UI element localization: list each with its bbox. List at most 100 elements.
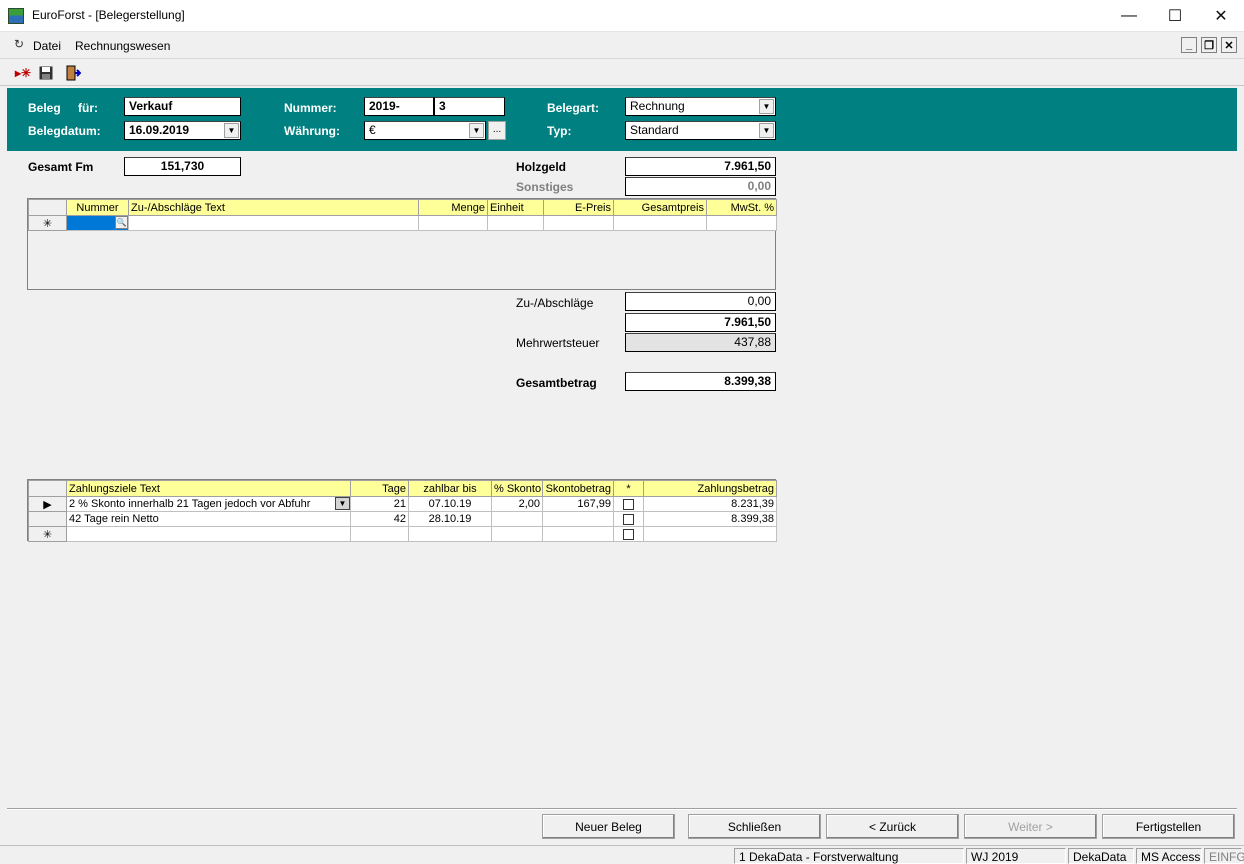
new-record-icon[interactable]: ▸✳: [14, 64, 32, 82]
col-epreis[interactable]: E-Preis: [543, 199, 614, 216]
mdi-minimize-button[interactable]: _: [1181, 37, 1197, 53]
skonto-cell[interactable]: [491, 526, 543, 542]
col-zahlbar-bis[interactable]: zahlbar bis: [408, 480, 492, 497]
select-cell[interactable]: [613, 526, 644, 542]
zahlungsbetrag-cell[interactable]: 8.231,39: [643, 496, 777, 512]
minimize-button[interactable]: —: [1106, 0, 1152, 31]
col-einheit[interactable]: Einheit: [487, 199, 544, 216]
select-cell[interactable]: [613, 511, 644, 527]
neuer-beleg-button[interactable]: Neuer Beleg: [542, 814, 675, 839]
skontobetrag-cell[interactable]: 167,99: [542, 496, 614, 512]
tage-cell[interactable]: 21: [350, 496, 409, 512]
zahlbar-bis-cell[interactable]: 28.10.19: [408, 511, 492, 527]
beleg-label: Beleg: [28, 101, 61, 115]
save-icon[interactable]: [37, 64, 55, 82]
zahlungsbetrag-cell[interactable]: [643, 526, 777, 542]
col-tage[interactable]: Tage: [350, 480, 409, 497]
new-row-marker[interactable]: ✳: [28, 526, 67, 542]
table-row[interactable]: ✳: [28, 526, 777, 542]
mwst-cell[interactable]: [706, 215, 777, 231]
zahlungsbetrag-cell[interactable]: 8.399,38: [643, 511, 777, 527]
app-icon: [8, 8, 24, 24]
col-skonto[interactable]: % Skonto: [491, 480, 543, 497]
menu-datei[interactable]: Datei: [33, 39, 61, 53]
fuer-label: für:: [78, 101, 98, 115]
text-cell[interactable]: [128, 215, 419, 231]
col-gesamtpreis[interactable]: Gesamtpreis: [613, 199, 707, 216]
nummer-prefix-field[interactable]: 2019-: [364, 97, 434, 116]
maximize-button[interactable]: ☐: [1152, 0, 1198, 31]
col-zahlungsziele-text[interactable]: Zahlungsziele Text: [66, 480, 351, 497]
schliessen-button[interactable]: Schließen: [688, 814, 821, 839]
chevron-down-icon[interactable]: ▼: [469, 123, 484, 138]
close-button[interactable]: ✕: [1198, 0, 1244, 31]
checkbox[interactable]: [623, 513, 634, 525]
sonstiges-label: Sonstiges: [516, 180, 574, 194]
chevron-down-icon[interactable]: ▼: [335, 497, 350, 510]
menu-rechnungswesen[interactable]: Rechnungswesen: [75, 39, 170, 53]
checkbox[interactable]: [623, 528, 634, 540]
weiter-button[interactable]: Weiter >: [964, 814, 1097, 839]
skonto-cell[interactable]: [491, 511, 543, 527]
grid-corner: [28, 480, 67, 497]
window-title: EuroForst - [Belegerstellung]: [32, 8, 185, 22]
gesamt-fm-value: 151,730: [124, 157, 241, 176]
zahlbar-bis-cell[interactable]: [408, 526, 492, 542]
fuer-field[interactable]: Verkauf: [124, 97, 241, 116]
fertigstellen-button[interactable]: Fertigstellen: [1102, 814, 1235, 839]
col-zuabschlaege-text[interactable]: Zu-/Abschläge Text: [128, 199, 419, 216]
typ-select[interactable]: Standard ▼: [625, 121, 776, 140]
tage-cell[interactable]: [350, 526, 409, 542]
zurueck-button[interactable]: < Zurück: [826, 814, 959, 839]
new-row-marker[interactable]: ✳: [28, 215, 67, 231]
col-zahlungsbetrag[interactable]: Zahlungsbetrag: [643, 480, 777, 497]
waehrung-select[interactable]: € ▼: [364, 121, 486, 140]
skonto-cell[interactable]: 2,00: [491, 496, 543, 512]
chevron-down-icon[interactable]: ▼: [224, 123, 239, 138]
zahlbar-bis-cell[interactable]: 07.10.19: [408, 496, 492, 512]
gesamtpreis-cell[interactable]: [613, 215, 707, 231]
col-menge[interactable]: Menge: [418, 199, 488, 216]
checkbox[interactable]: [623, 498, 634, 510]
current-row-marker[interactable]: ▶: [28, 496, 67, 512]
belegart-select[interactable]: Rechnung ▼: [625, 97, 776, 116]
waehrung-label: Währung:: [284, 124, 340, 138]
toolbar: [0, 60, 1244, 86]
col-nummer[interactable]: Nummer: [66, 199, 129, 216]
chevron-down-icon[interactable]: ▼: [759, 123, 774, 138]
col-mwst[interactable]: MwSt. %: [706, 199, 777, 216]
adjustments-grid[interactable]: Nummer Zu-/Abschläge Text Menge Einheit …: [27, 198, 777, 290]
menu-app-icon[interactable]: ↻: [14, 37, 24, 51]
tage-cell[interactable]: 42: [350, 511, 409, 527]
mdi-restore-button[interactable]: ❐: [1201, 37, 1217, 53]
status-app: MS Access: [1136, 848, 1202, 864]
select-cell[interactable]: [613, 496, 644, 512]
epreis-cell[interactable]: [543, 215, 614, 231]
col-skontobetrag[interactable]: Skontobetrag: [542, 480, 614, 497]
nummer-cell[interactable]: 🔍: [66, 215, 129, 231]
payment-terms-grid[interactable]: Zahlungsziele Text Tage zahlbar bis % Sk…: [27, 479, 777, 542]
col-star[interactable]: *: [613, 480, 644, 497]
belegdatum-field[interactable]: 16.09.2019 ▼: [124, 121, 241, 140]
search-icon[interactable]: 🔍: [115, 216, 128, 229]
zahlungsziel-text-cell[interactable]: 42 Tage rein Netto: [66, 511, 351, 527]
table-row[interactable]: 42 Tage rein Netto 42 28.10.19 8.399,38: [28, 511, 777, 527]
table-row[interactable]: ▶ 2 % Skonto innerhalb 21 Tagen jedoch v…: [28, 496, 777, 512]
zahlungsziel-text: 2 % Skonto innerhalb 21 Tagen jedoch vor…: [69, 498, 311, 510]
mdi-close-button[interactable]: ✕: [1221, 37, 1237, 53]
nummer-field[interactable]: 3: [434, 97, 505, 116]
einheit-cell[interactable]: [487, 215, 544, 231]
waehrung-browse-button[interactable]: ...: [488, 121, 506, 140]
menge-cell[interactable]: [418, 215, 488, 231]
belegdatum-value: 16.09.2019: [129, 123, 190, 137]
exit-icon[interactable]: [64, 64, 82, 82]
zahlungsziel-text-cell[interactable]: 2 % Skonto innerhalb 21 Tagen jedoch vor…: [66, 496, 351, 512]
zahlungsziel-text-cell[interactable]: [66, 526, 351, 542]
skontobetrag-cell[interactable]: [542, 526, 614, 542]
status-db: 1 DekaData - Forstverwaltung: [734, 848, 964, 864]
table-row[interactable]: ✳ 🔍: [28, 215, 777, 231]
chevron-down-icon[interactable]: ▼: [759, 99, 774, 114]
row-selector[interactable]: [28, 511, 67, 527]
holzgeld-value: 7.961,50: [625, 157, 776, 176]
skontobetrag-cell[interactable]: [542, 511, 614, 527]
